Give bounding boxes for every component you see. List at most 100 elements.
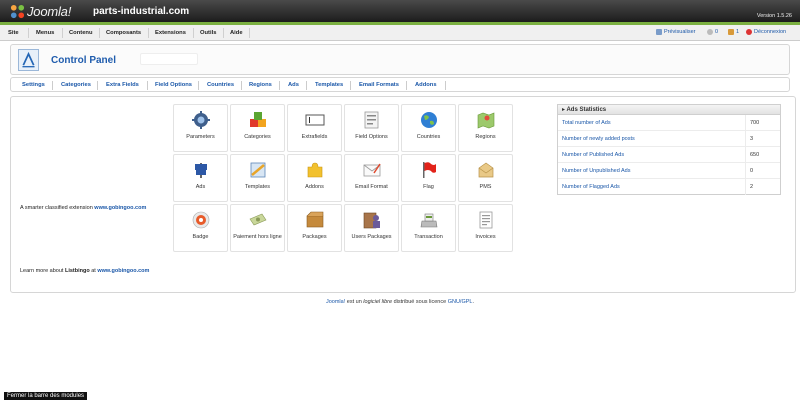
- stats-label[interactable]: Number of Published Ads: [562, 152, 624, 158]
- menu-site[interactable]: Site: [8, 30, 19, 36]
- cp-categories-button[interactable]: Categories: [230, 104, 285, 152]
- ads-statistics-header[interactable]: ▸ Ads Statistics: [558, 105, 780, 115]
- cp-field-options-button[interactable]: Field Options: [344, 104, 399, 152]
- footer-end: .: [472, 299, 474, 305]
- stats-divider: [745, 163, 746, 179]
- cp-regions-button[interactable]: Regions: [458, 104, 513, 152]
- tab-addons[interactable]: Addons: [415, 82, 437, 88]
- cp-parameters-button[interactable]: Parameters: [173, 104, 228, 152]
- cp-extrafields-label: Extrafields: [301, 134, 328, 140]
- close-module-bar-button[interactable]: Fermer la barre des modules: [4, 392, 88, 400]
- tagline-link[interactable]: www.gobingoo.com: [94, 205, 146, 211]
- tab-extra-fields[interactable]: Extra Fields: [106, 82, 139, 88]
- cp-regions-label: Regions: [475, 134, 496, 140]
- payment-icon: [249, 213, 266, 226]
- footer-joomla-link[interactable]: Joomla!: [326, 299, 345, 305]
- version-label: Version 1.5.26: [756, 13, 792, 19]
- title-placeholder-box: [140, 53, 198, 65]
- flag-icon: [422, 162, 436, 178]
- messages-count-label: 0: [715, 29, 719, 35]
- stats-label[interactable]: Number of newly added posts: [562, 136, 635, 142]
- menu-aide[interactable]: Aide: [230, 30, 243, 36]
- stats-row-unpublished: Number of Unpublished Ads 0: [558, 163, 780, 179]
- stats-divider: [745, 115, 746, 131]
- messages-count[interactable]: 0: [707, 29, 718, 35]
- joomla-logo-icon: [10, 4, 25, 19]
- cp-flag-button[interactable]: Flag: [401, 154, 456, 202]
- ads-statistics-panel: ▸ Ads Statistics Total number of Ads 700…: [557, 104, 781, 195]
- cp-badge-button[interactable]: Badge: [173, 204, 228, 252]
- gear-icon: [191, 111, 210, 129]
- users-package-icon: [363, 212, 380, 229]
- users-count[interactable]: 1: [728, 29, 739, 35]
- cp-invoices-button[interactable]: Invoices: [458, 204, 513, 252]
- cp-addons-label: Addons: [305, 184, 324, 190]
- cp-email-format-button[interactable]: Email Format: [344, 154, 399, 202]
- cp-parameters-label: Parameters: [186, 134, 215, 140]
- cp-countries-label: Countries: [416, 134, 441, 140]
- tab-settings[interactable]: Settings: [22, 82, 45, 88]
- tab-separator: [52, 81, 53, 90]
- preview-label: Prévisualiser: [664, 29, 696, 35]
- control-panel-icon: [18, 49, 39, 71]
- footer-text: distribué sous licence: [393, 299, 447, 305]
- stats-label[interactable]: Number of Unpublished Ads: [562, 168, 630, 174]
- stats-value: 650: [750, 152, 760, 158]
- template-icon: [250, 162, 265, 178]
- tab-templates[interactable]: Templates: [315, 82, 343, 88]
- tab-categories[interactable]: Categories: [61, 82, 91, 88]
- tab-field-options[interactable]: Field Options: [155, 82, 192, 88]
- tab-ads[interactable]: Ads: [288, 82, 299, 88]
- stats-value: 3: [750, 136, 754, 142]
- learn-link[interactable]: www.gobingoo.com: [97, 268, 149, 274]
- cp-pms-button[interactable]: PMS: [458, 154, 513, 202]
- globe-icon: [420, 112, 437, 128]
- pms-icon: [478, 162, 493, 178]
- cp-badge-label: Badge: [192, 234, 209, 240]
- stats-value: 0: [750, 168, 754, 174]
- tab-email-formats[interactable]: Email Formats: [359, 82, 399, 88]
- footer-license-link[interactable]: GNU/GPL: [448, 299, 473, 305]
- menu-menus[interactable]: Menus: [36, 30, 54, 36]
- tab-separator: [350, 81, 351, 90]
- badge-icon: [192, 211, 209, 229]
- stats-row-total: Total number of Ads 700: [558, 115, 780, 131]
- footer-text: est un: [346, 299, 362, 305]
- tab-countries[interactable]: Countries: [207, 82, 234, 88]
- toolbar-panel: Control Panel: [10, 44, 790, 75]
- textfield-icon: [305, 114, 324, 126]
- tab-separator: [241, 81, 242, 90]
- site-name[interactable]: parts-industrial.com: [93, 6, 189, 17]
- cp-extrafields-button[interactable]: Extrafields: [287, 104, 342, 152]
- users-icon: [728, 29, 734, 35]
- cp-users-packages-button[interactable]: Users Packages: [344, 204, 399, 252]
- stats-row-new: Number of newly added posts 3: [558, 131, 780, 147]
- list-icon: [364, 111, 378, 129]
- menu-contenu[interactable]: Contenu: [69, 30, 93, 36]
- component-submenu: Settings Categories Extra Fields Field O…: [10, 77, 790, 92]
- cp-ads-button[interactable]: Ads: [173, 154, 228, 202]
- menu-outils[interactable]: Outils: [200, 30, 216, 36]
- cp-templates-button[interactable]: Templates: [230, 154, 285, 202]
- cp-transaction-button[interactable]: Transaction: [401, 204, 456, 252]
- tab-regions[interactable]: Regions: [249, 82, 272, 88]
- tagline-text: A smarter classified extension: [20, 205, 93, 211]
- footer: Joomla! est un logiciel libre distribué …: [0, 299, 800, 305]
- tab-separator: [279, 81, 280, 90]
- cp-templates-label: Templates: [244, 184, 271, 190]
- users-count-label: 1: [736, 29, 740, 35]
- logout-link[interactable]: Déconnexion: [746, 29, 786, 35]
- stats-divider: [745, 131, 746, 147]
- menu-separator: [99, 28, 100, 38]
- cp-countries-button[interactable]: Countries: [401, 104, 456, 152]
- stats-label[interactable]: Total number of Ads: [562, 120, 611, 126]
- menu-composants[interactable]: Composants: [106, 30, 141, 36]
- menu-extensions[interactable]: Extensions: [155, 30, 186, 36]
- cp-packages-button[interactable]: Packages: [287, 204, 342, 252]
- cp-addons-button[interactable]: Addons: [287, 154, 342, 202]
- register-icon: [420, 213, 437, 228]
- menu-separator: [223, 28, 224, 38]
- preview-link[interactable]: Prévisualiser: [656, 29, 695, 35]
- cp-offline-payment-button[interactable]: Paiement hors ligne: [230, 204, 285, 252]
- stats-label[interactable]: Number of Flagged Ads: [562, 184, 620, 190]
